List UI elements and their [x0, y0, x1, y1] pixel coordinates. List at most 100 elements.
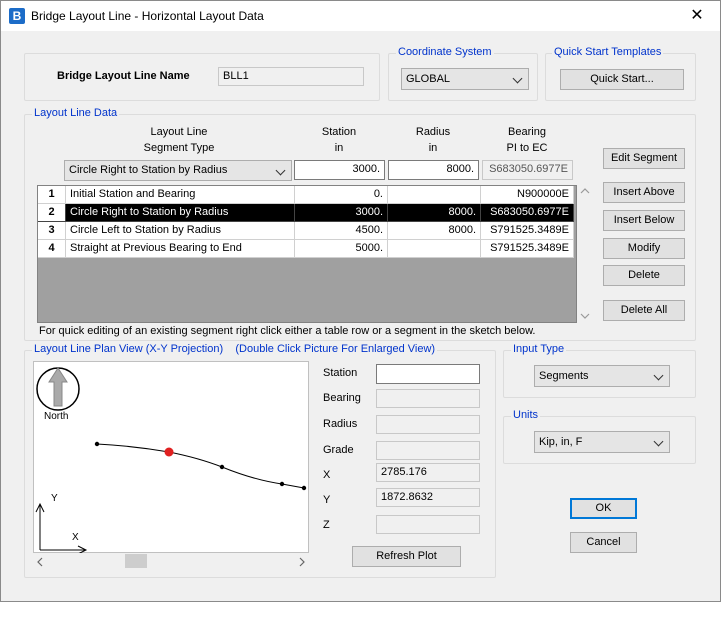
- units-value: Kip, in, F: [539, 436, 583, 448]
- chevron-down-icon: [512, 73, 523, 84]
- scroll-arrows-icon: [580, 188, 590, 319]
- table-scrollbar[interactable]: [577, 185, 593, 323]
- row-radius: [388, 240, 481, 258]
- quick-start-label: Quick Start Templates: [552, 46, 664, 58]
- grade-label: Grade: [323, 444, 354, 456]
- row-bearing: S791525.3489E: [481, 240, 574, 258]
- station-label: Station: [323, 367, 358, 379]
- plan-y-field: 1872.8632: [376, 488, 480, 507]
- insert-below-button[interactable]: Insert Below: [603, 210, 685, 231]
- header-station: Station in: [321, 126, 357, 154]
- axis-x-label: X: [72, 532, 79, 543]
- coordinate-system-value: GLOBAL: [406, 73, 451, 85]
- input-type-select[interactable]: Segments: [534, 365, 670, 387]
- radius-input[interactable]: 8000.: [388, 160, 479, 180]
- plan-view-sketch[interactable]: North Y X: [33, 361, 309, 555]
- station-input[interactable]: 3000.: [294, 160, 385, 180]
- table-row-selected[interactable]: 2 Circle Right to Station by Radius 3000…: [38, 204, 574, 222]
- dialog-window: B Bridge Layout Line - Horizontal Layout…: [0, 0, 721, 602]
- table-row[interactable]: 1 Initial Station and Bearing 0. N900000…: [38, 186, 574, 204]
- row-bearing: N900000E: [481, 186, 574, 204]
- layout-line-point[interactable]: [94, 441, 100, 447]
- layout-line-point-selected[interactable]: [164, 447, 174, 457]
- ok-button[interactable]: OK: [570, 498, 637, 519]
- input-type-group: Input Type Segments: [503, 343, 696, 398]
- row-type: Initial Station and Bearing: [66, 186, 295, 204]
- segments-table: 1 Initial Station and Bearing 0. N900000…: [37, 185, 577, 323]
- sketch-scrollbar[interactable]: [33, 553, 309, 569]
- segment-type-select[interactable]: Circle Right to Station by Radius: [64, 160, 292, 181]
- table-row[interactable]: 4 Straight at Previous Bearing to End 50…: [38, 240, 574, 258]
- plan-view-drawing: North Y X: [35, 367, 307, 555]
- chevron-down-icon: [653, 370, 664, 381]
- row-station: 3000.: [295, 204, 388, 222]
- segment-type-value: Circle Right to Station by Radius: [69, 164, 228, 176]
- layout-line-point[interactable]: [301, 485, 307, 491]
- insert-above-button[interactable]: Insert Above: [603, 182, 685, 203]
- z-label: Z: [323, 519, 330, 531]
- layout-line-point[interactable]: [279, 481, 285, 487]
- input-type-label: Input Type: [511, 343, 567, 355]
- edit-segment-button[interactable]: Edit Segment: [603, 148, 685, 169]
- north-arrow-icon: [36, 367, 80, 411]
- row-radius: 8000.: [388, 204, 481, 222]
- plan-z-field: [376, 515, 480, 534]
- units-label: Units: [511, 409, 541, 421]
- plan-view-label: Layout Line Plan View (X-Y Projection) (…: [32, 343, 438, 355]
- title-bar: B Bridge Layout Line - Horizontal Layout…: [1, 1, 720, 31]
- row-station: 4500.: [295, 222, 388, 240]
- row-number: 1: [38, 186, 66, 204]
- row-number: 4: [38, 240, 66, 258]
- row-type: Circle Left to Station by Radius: [66, 222, 295, 240]
- north-label: North: [44, 411, 68, 422]
- row-radius: 8000.: [388, 222, 481, 240]
- coordinate-system-select[interactable]: GLOBAL: [401, 68, 529, 90]
- header-radius: Radius in: [415, 126, 451, 154]
- row-radius: [388, 186, 481, 204]
- row-type: Straight at Previous Bearing to End: [66, 240, 295, 258]
- units-select[interactable]: Kip, in, F: [534, 431, 670, 453]
- row-type: Circle Right to Station by Radius: [66, 204, 295, 222]
- delete-button[interactable]: Delete: [603, 265, 685, 286]
- row-bearing: S791525.3489E: [481, 222, 574, 240]
- layout-line-data-label: Layout Line Data: [32, 107, 120, 119]
- axis-y-label: Y: [51, 493, 58, 504]
- radius-label: Radius: [323, 418, 358, 430]
- name-label: Bridge Layout Line Name: [57, 70, 190, 82]
- table-row[interactable]: 3 Circle Left to Station by Radius 4500.…: [38, 222, 574, 240]
- coordinate-system-group: Coordinate System GLOBAL: [388, 46, 538, 101]
- close-icon[interactable]: ✕: [674, 1, 720, 31]
- row-bearing: S683050.6977E: [481, 204, 574, 222]
- chevron-down-icon: [275, 165, 286, 176]
- row-number: 3: [38, 222, 66, 240]
- bearing-input: S683050.6977E: [482, 160, 573, 180]
- row-station: 5000.: [295, 240, 388, 258]
- layout-line-point[interactable]: [219, 464, 225, 470]
- layout-line-name-field[interactable]: BLL1: [218, 67, 364, 86]
- plan-station-input[interactable]: [376, 364, 480, 384]
- coordinate-system-label: Coordinate System: [396, 46, 494, 58]
- layout-line-path[interactable]: [96, 443, 305, 489]
- row-station: 0.: [295, 186, 388, 204]
- quick-start-button[interactable]: Quick Start...: [560, 69, 684, 90]
- units-group: Units Kip, in, F: [503, 409, 696, 464]
- plan-grade-field: [376, 441, 480, 460]
- x-label: X: [323, 469, 331, 481]
- chevron-down-icon: [653, 436, 664, 447]
- y-label: Y: [323, 494, 331, 506]
- axes-icon: [35, 502, 88, 555]
- plan-x-field: 2785.176: [376, 463, 480, 482]
- window-title: Bridge Layout Line - Horizontal Layout D…: [31, 9, 264, 23]
- header-bearing: Bearing PI to EC: [506, 126, 548, 154]
- plan-radius-field: [376, 415, 480, 434]
- refresh-plot-button[interactable]: Refresh Plot: [352, 546, 461, 567]
- cancel-button[interactable]: Cancel: [570, 532, 637, 553]
- delete-all-button[interactable]: Delete All: [603, 300, 685, 321]
- input-type-value: Segments: [539, 370, 589, 382]
- modify-button[interactable]: Modify: [603, 238, 685, 259]
- plan-bearing-field: [376, 389, 480, 408]
- header-segment-type: Layout Line Segment Type: [143, 126, 215, 154]
- name-group: Bridge Layout Line Name BLL1: [24, 53, 380, 101]
- quick-start-group: Quick Start Templates Quick Start...: [545, 46, 696, 101]
- app-icon: B: [9, 8, 25, 24]
